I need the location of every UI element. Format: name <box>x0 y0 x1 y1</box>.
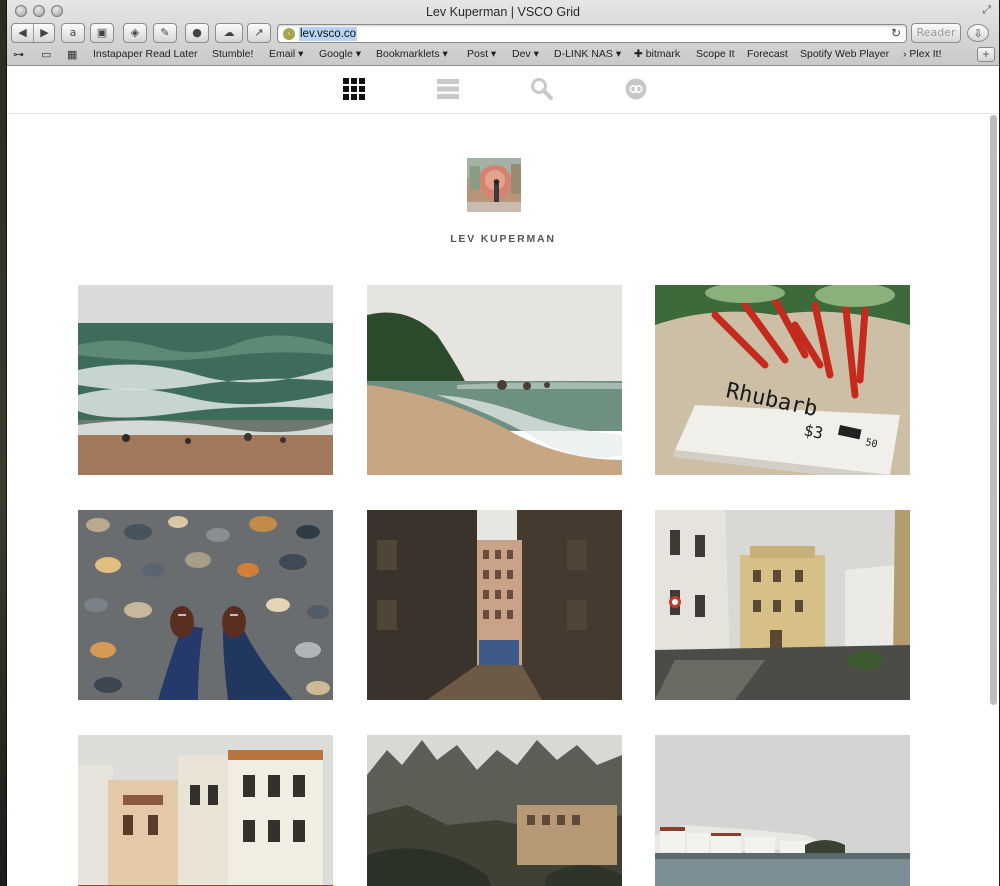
back-forward-segment: ◀ ▶ <box>11 23 55 43</box>
photo-tile[interactable] <box>78 510 333 700</box>
search-icon[interactable] <box>530 77 554 101</box>
profile-avatar[interactable] <box>467 158 521 212</box>
bookmark-dlink-folder[interactable]: D-LINK NAS ▾ <box>554 48 621 60</box>
photo-tile[interactable] <box>78 735 333 886</box>
toolbar: ◀ ▶ a ▣ ◈ ✎ ● ☁ ↗ ◦ lev.vsco.co ↻ Reader… <box>7 22 999 44</box>
bookmark-email-folder[interactable]: Email ▾ <box>269 48 303 60</box>
bookmark-spotify[interactable]: Spotify Web Player <box>800 48 889 60</box>
list-view-icon[interactable] <box>436 77 460 101</box>
add-bookmark-button[interactable]: + <box>977 47 995 62</box>
window-title: Lev Kuperman | VSCO Grid <box>425 5 580 19</box>
browser-window: Lev Kuperman | VSCO Grid ⤢ ◀ ▶ a ▣ ◈ ✎ ●… <box>7 0 999 886</box>
bookmark-bookmarklets-folder[interactable]: Bookmarklets ▾ <box>376 48 448 60</box>
reading-glasses-icon[interactable]: ⊶ <box>13 48 24 61</box>
fullscreen-icon[interactable]: ⤢ <box>982 4 991 17</box>
bookmark-google-folder[interactable]: Google ▾ <box>319 48 361 60</box>
reload-icon[interactable]: ↻ <box>891 26 901 40</box>
profile-username: LEV KUPERMAN <box>450 233 556 245</box>
site-favicon-icon: ◦ <box>283 28 295 40</box>
photo-tile[interactable] <box>655 510 910 700</box>
bookmark-stumble[interactable]: Stumble! <box>212 48 253 60</box>
bookmark-instapaper[interactable]: Instapaper Read Later <box>93 48 198 60</box>
cloud-extension-button[interactable]: ☁ <box>215 23 243 43</box>
title-bar: Lev Kuperman | VSCO Grid ⤢ <box>7 0 999 22</box>
vsco-link-icon[interactable] <box>624 77 648 101</box>
share-button[interactable]: ↗ <box>247 23 271 43</box>
downloads-icon[interactable]: ⇩ <box>967 24 989 42</box>
photo-tile[interactable] <box>367 285 622 475</box>
photo-tile[interactable] <box>367 735 622 886</box>
grid-view-icon[interactable] <box>342 77 366 101</box>
bookmark-forecast[interactable]: Forecast <box>747 48 788 60</box>
page-scrollbar[interactable] <box>990 115 997 705</box>
bookmark-bitmark[interactable]: ✚ bitmark <box>634 48 680 60</box>
photo-tile[interactable] <box>655 735 910 886</box>
amazon-extension-button[interactable]: a <box>61 23 85 43</box>
bookmark-scope-it[interactable]: Scope It <box>696 48 735 60</box>
svg-text:$3: $3 <box>802 420 825 443</box>
layers-extension-button[interactable]: ◈ <box>123 23 147 43</box>
browser-chrome: Lev Kuperman | VSCO Grid ⤢ ◀ ▶ a ▣ ◈ ✎ ●… <box>7 0 999 66</box>
forward-arrow-icon[interactable]: ▶ <box>34 24 55 42</box>
address-bar[interactable]: ◦ lev.vsco.co ↻ <box>277 24 907 43</box>
photo-tile[interactable] <box>367 510 622 700</box>
bookmark-plex-it[interactable]: › Plex It! <box>903 48 942 60</box>
tools-extension-button[interactable]: ✎ <box>153 23 177 43</box>
photo-tile[interactable] <box>78 285 333 475</box>
top-sites-grid-icon[interactable]: ▦ <box>67 48 77 61</box>
url-text[interactable]: lev.vsco.co <box>299 27 358 41</box>
screenshot-extension-button[interactable]: ▣ <box>90 23 114 43</box>
web-page: LEV KUPERMAN Rhubarb $3 50 <box>7 67 999 886</box>
photo-tile[interactable]: Rhubarb $3 50 <box>655 285 910 475</box>
bookmarks-bar: ⊶ ▭ ▦ Instapaper Read Later Stumble! Ema… <box>7 45 999 65</box>
back-arrow-icon[interactable]: ◀ <box>12 24 33 42</box>
ghostery-extension-button[interactable]: ● <box>185 23 209 43</box>
bookmarks-book-icon[interactable]: ▭ <box>41 48 51 61</box>
site-navigation <box>7 67 999 114</box>
bookmark-post-folder[interactable]: Post ▾ <box>467 48 496 60</box>
reader-button[interactable]: Reader <box>911 23 961 43</box>
bookmark-dev-folder[interactable]: Dev ▾ <box>512 48 539 60</box>
